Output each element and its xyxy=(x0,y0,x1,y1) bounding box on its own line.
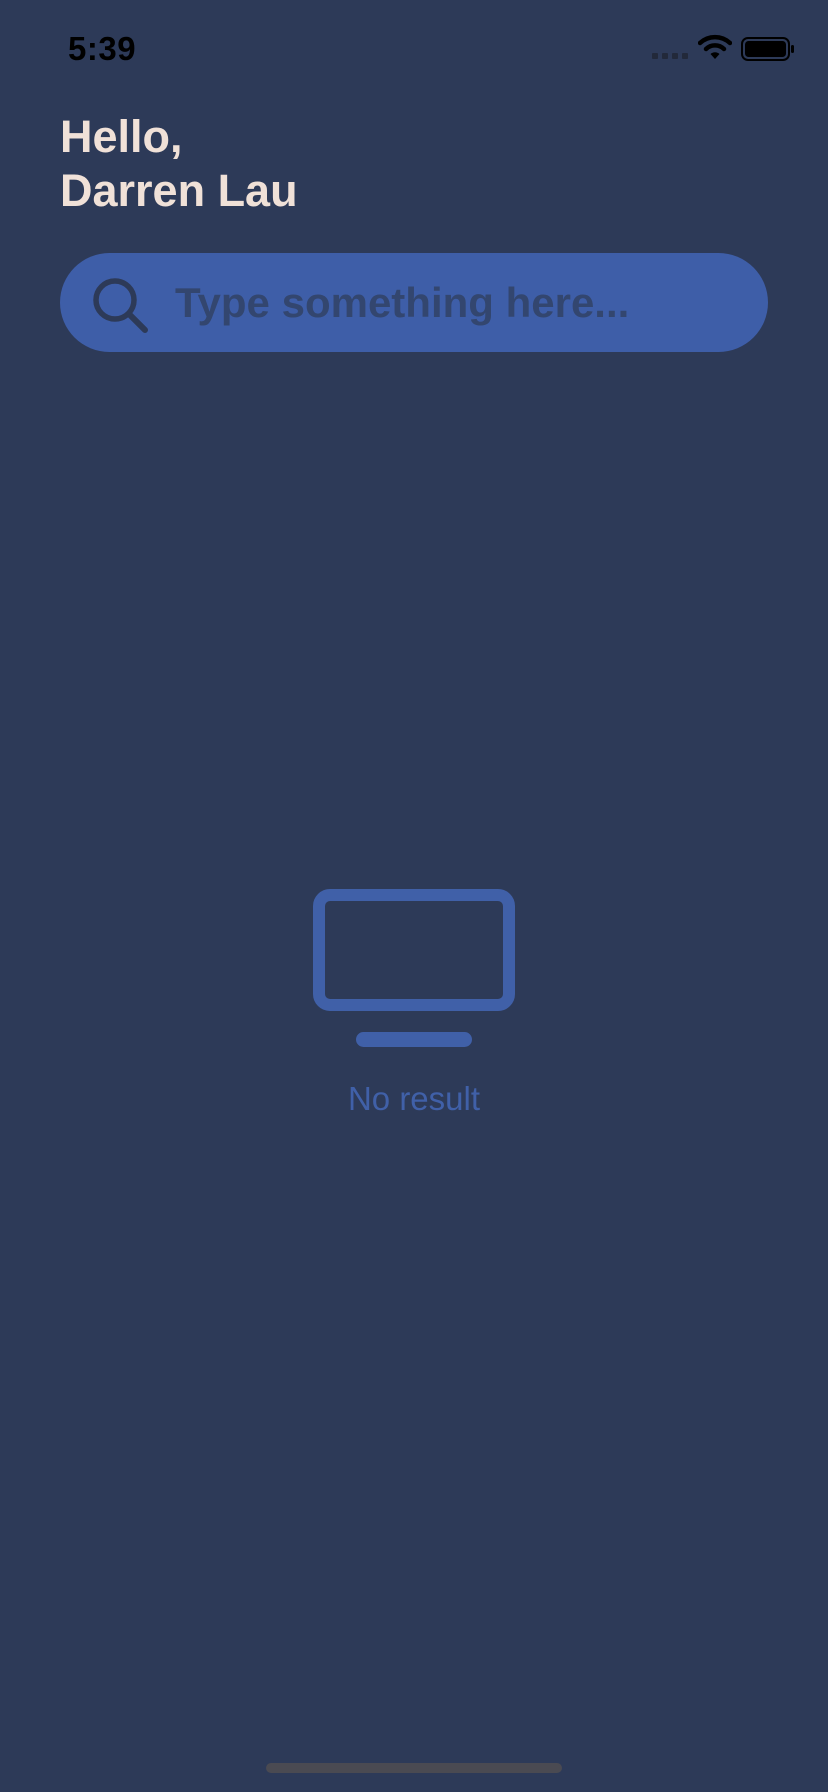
greeting-heading: Hello, Darren Lau xyxy=(60,110,298,218)
search-bar[interactable] xyxy=(60,253,768,352)
search-input[interactable] xyxy=(175,253,735,352)
greeting-line-hello: Hello, xyxy=(60,111,183,162)
wifi-icon xyxy=(698,34,732,59)
no-result-label: No result xyxy=(347,1080,481,1117)
greeting-user-name: Darren Lau xyxy=(60,165,298,216)
status-time: 5:39 xyxy=(68,30,137,67)
tv-icon xyxy=(313,889,515,1047)
search-icon[interactable] xyxy=(88,273,152,337)
empty-state: No result xyxy=(0,888,828,1118)
battery-icon xyxy=(741,37,794,61)
signal-bars-icon xyxy=(652,53,688,59)
home-indicator[interactable] xyxy=(266,1763,562,1773)
status-bar: 5:39 xyxy=(0,0,828,100)
